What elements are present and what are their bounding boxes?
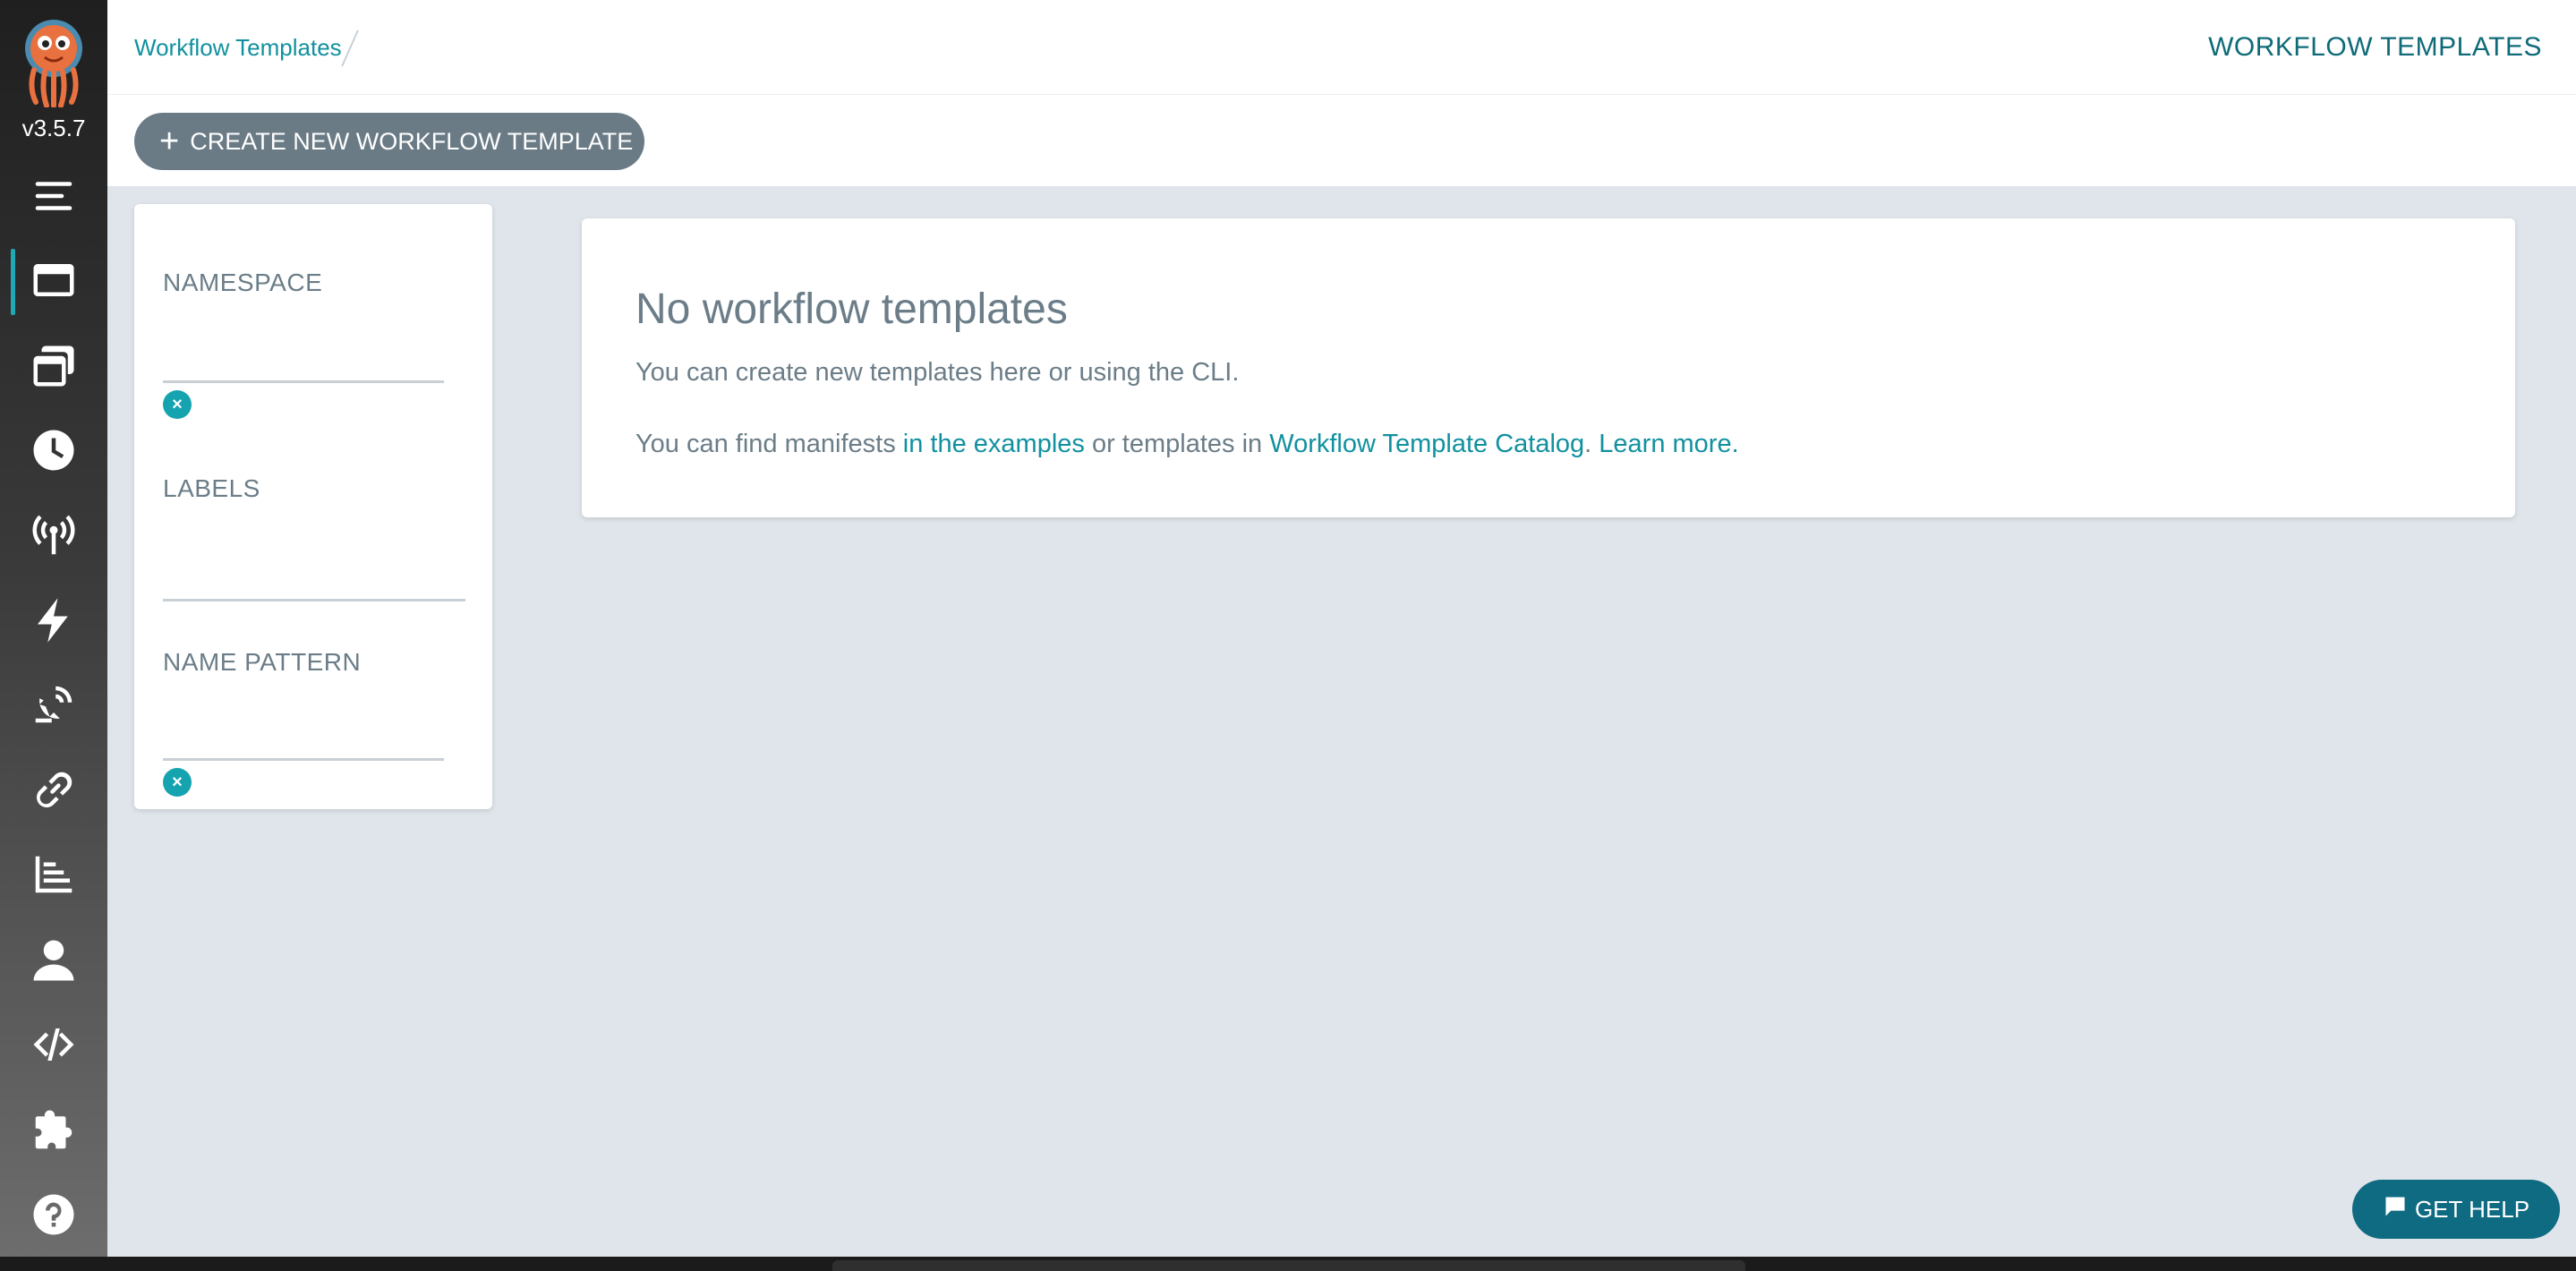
- sidebar-item-cron-workflows[interactable]: [0, 412, 107, 492]
- learn-more-link[interactable]: Learn more.: [1599, 430, 1738, 458]
- broadcast-antenna-icon: [30, 512, 78, 565]
- plus-icon: +: [159, 123, 180, 160]
- sidebar-item-user[interactable]: [0, 922, 107, 1002]
- get-help-button[interactable]: GET HELP: [2352, 1180, 2560, 1239]
- code-icon: [30, 1020, 78, 1073]
- sidebar-item-sensors[interactable]: [0, 582, 107, 662]
- link-icon: [30, 766, 78, 819]
- hamburger-menu-icon: [30, 172, 78, 225]
- question-mark-icon: [30, 1190, 78, 1243]
- labels-label: LABELS: [163, 474, 260, 502]
- puzzle-piece-icon: [30, 1106, 78, 1159]
- times-circle-icon: ×: [172, 394, 183, 414]
- period-text: .: [1584, 430, 1599, 458]
- lightning-bolt-icon: [30, 596, 78, 649]
- sidebar-item-api-docs[interactable]: [0, 1006, 107, 1087]
- namespace-input[interactable]: [163, 347, 444, 383]
- filters-panel: NAMESPACE × LABELS NAME PATTERN ×: [134, 204, 492, 809]
- argo-logo-icon[interactable]: [14, 18, 93, 108]
- sidebar-item-help[interactable]: [0, 1176, 107, 1257]
- empty-state-card: No workflow templates You can create new…: [582, 218, 2515, 517]
- catalog-prefix-text: or templates in: [1084, 430, 1270, 458]
- sidebar-item-workflow-templates[interactable]: [0, 328, 107, 408]
- name-pattern-input[interactable]: [163, 725, 444, 761]
- chat-bubble-icon: [2383, 1194, 2415, 1225]
- name-pattern-clear-button[interactable]: ×: [163, 768, 192, 797]
- namespace-clear-button[interactable]: ×: [163, 390, 192, 419]
- sidebar-item-workflows[interactable]: [0, 242, 107, 322]
- page-title: WORKFLOW TEMPLATES: [2208, 32, 2542, 62]
- get-help-label: GET HELP: [2414, 1195, 2530, 1223]
- main-content: NAMESPACE × LABELS NAME PATTERN × No wor…: [107, 186, 2576, 1257]
- labels-input[interactable]: [163, 566, 465, 601]
- stacked-windows-icon: [30, 342, 78, 395]
- sidebar-item-event-flow[interactable]: [0, 666, 107, 746]
- manifests-prefix-text: You can find manifests: [635, 430, 903, 458]
- empty-state-links-text: You can find manifests in the examples o…: [635, 430, 1739, 459]
- create-button-label: CREATE NEW WORKFLOW TEMPLATE: [190, 127, 634, 155]
- sidebar-item-api-links[interactable]: [0, 752, 107, 832]
- examples-link[interactable]: in the examples: [903, 430, 1085, 458]
- empty-state-title: No workflow templates: [635, 286, 1068, 333]
- user-icon: [30, 936, 78, 989]
- sidebar: v3.5.7: [0, 0, 107, 1257]
- sidebar-menu-button[interactable]: [0, 158, 107, 238]
- top-bar: Workflow Templates WORKFLOW TEMPLATES: [107, 0, 2576, 95]
- times-circle-icon: ×: [172, 772, 183, 792]
- empty-state-description: You can create new templates here or usi…: [635, 358, 1240, 387]
- sidebar-item-reports[interactable]: [0, 836, 107, 917]
- satellite-dish-icon: [30, 680, 78, 733]
- clock-icon: [30, 426, 78, 479]
- breadcrumb-separator: [341, 30, 359, 67]
- workflow-template-catalog-link[interactable]: Workflow Template Catalog: [1269, 430, 1584, 458]
- dock-hint: [832, 1260, 1745, 1271]
- sidebar-item-plugins[interactable]: [0, 1092, 107, 1173]
- name-pattern-label: NAME PATTERN: [163, 648, 362, 676]
- breadcrumb[interactable]: Workflow Templates: [134, 34, 342, 62]
- namespace-label: NAMESPACE: [163, 269, 323, 296]
- window-icon: [30, 256, 78, 309]
- bar-chart-icon: [30, 850, 78, 903]
- sidebar-item-event-sources[interactable]: [0, 498, 107, 578]
- version-label: v3.5.7: [21, 115, 86, 141]
- toolbar: + CREATE NEW WORKFLOW TEMPLATE: [107, 95, 2576, 186]
- create-workflow-template-button[interactable]: + CREATE NEW WORKFLOW TEMPLATE: [134, 113, 644, 170]
